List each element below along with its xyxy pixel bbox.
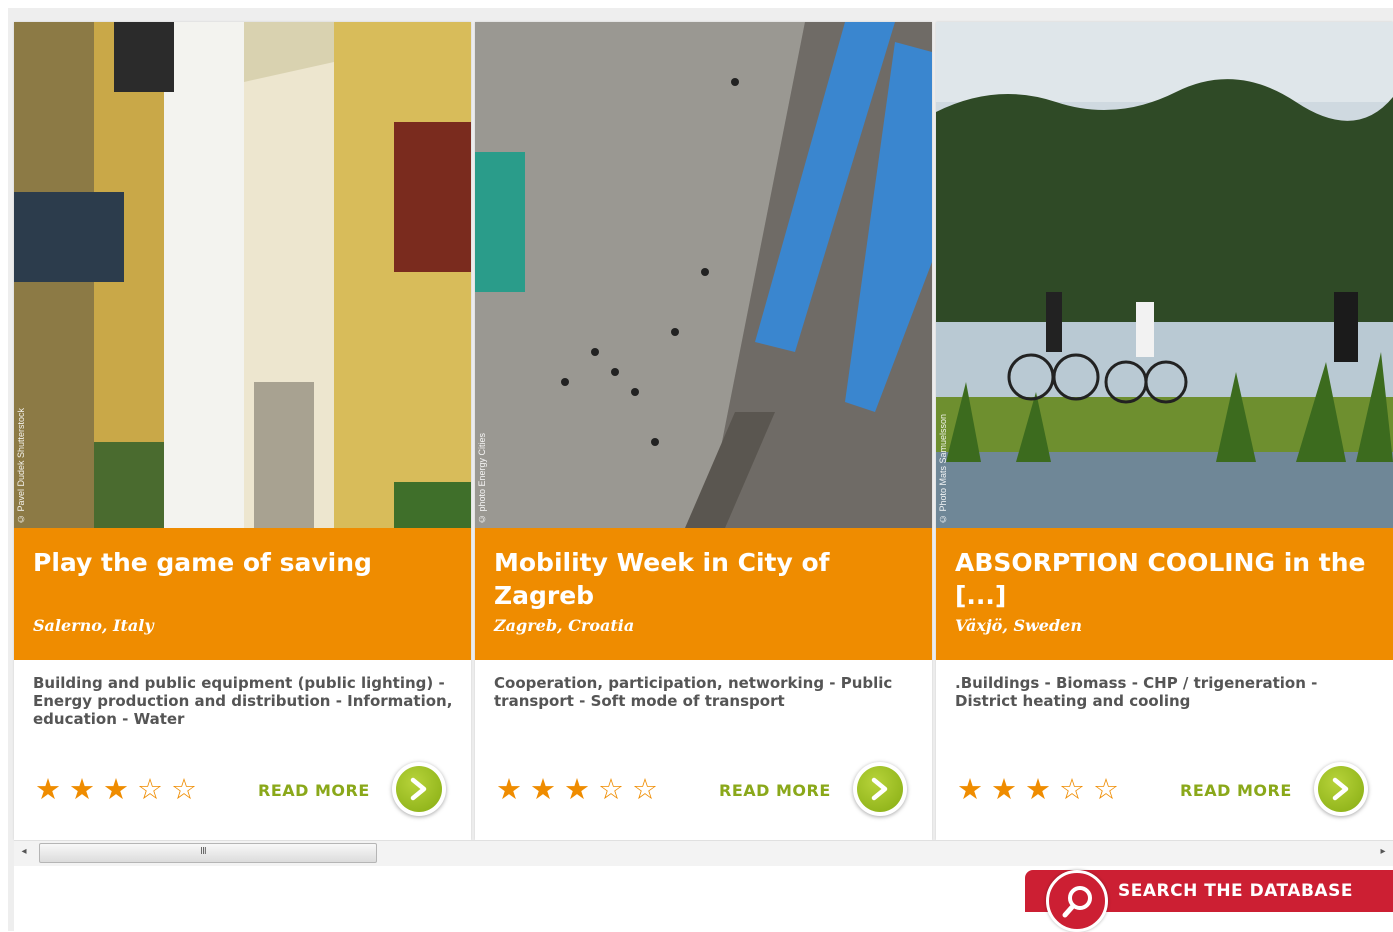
chevron-right-icon [1332, 777, 1349, 801]
photo-credit: © Pavel Dudek Shutterstock [16, 407, 26, 524]
star-icon: ★ [35, 772, 61, 806]
star-outline-icon: ☆ [171, 772, 197, 806]
case-card: © Pavel Dudek Shutterstock Play the game… [14, 22, 471, 840]
photo-credit: © Photo Mats Samuelsson [938, 413, 948, 524]
card-location: Zagreb, Croatia [494, 616, 635, 635]
card-location: Salerno, Italy [33, 616, 154, 635]
star-icon: ★ [496, 772, 522, 806]
star-icon: ★ [103, 772, 129, 806]
magnifier-icon [1062, 886, 1092, 918]
scroll-right-arrow-icon[interactable]: ▸ [1377, 846, 1389, 860]
read-more-button[interactable] [392, 762, 446, 816]
case-study-carousel: © Pavel Dudek Shutterstock Play the game… [14, 22, 1393, 840]
scrollbar-thumb[interactable]: III [39, 843, 377, 863]
photo-credit: © photo Energy Cities [477, 432, 487, 524]
card-tags: .Buildings - Biomass - CHP / trigenerati… [955, 674, 1318, 710]
card-title[interactable]: ABSORPTION COOLING in the [...] [955, 546, 1373, 612]
card-tags: Building and public equipment (public li… [33, 674, 453, 728]
card-title[interactable]: Mobility Week in City of Zagreb [494, 546, 912, 612]
star-outline-icon: ☆ [598, 772, 624, 806]
case-card: © Photo Mats Samuelsson ABSORPTION COOLI… [936, 22, 1393, 840]
read-more-button[interactable] [853, 762, 907, 816]
horizontal-scrollbar[interactable]: ◂ III ▸ [14, 840, 1393, 866]
star-outline-icon: ☆ [632, 772, 658, 806]
card-tags: Cooperation, participation, networking -… [494, 674, 893, 710]
star-rating: ★ ★ ★ ☆ ☆ [494, 773, 660, 805]
chevron-right-icon [871, 777, 888, 801]
star-icon: ★ [1025, 772, 1051, 806]
star-rating: ★ ★ ★ ☆ ☆ [33, 773, 199, 805]
star-icon: ★ [991, 772, 1017, 806]
star-icon: ★ [530, 772, 556, 806]
read-more-link[interactable]: READ MORE [1180, 781, 1292, 800]
star-icon: ★ [69, 772, 95, 806]
star-outline-icon: ☆ [1059, 772, 1085, 806]
star-icon: ★ [957, 772, 983, 806]
card-photo-lake-cyclists[interactable]: © Photo Mats Samuelsson [936, 22, 1393, 528]
star-rating: ★ ★ ★ ☆ ☆ [955, 773, 1121, 805]
star-outline-icon: ☆ [137, 772, 163, 806]
card-title[interactable]: Play the game of saving [33, 546, 451, 612]
scroll-left-arrow-icon[interactable]: ◂ [18, 846, 30, 860]
card-banner: Mobility Week in City of Zagreb Zagreb, … [475, 528, 932, 660]
read-more-button[interactable] [1314, 762, 1368, 816]
card-photo-street[interactable]: © Pavel Dudek Shutterstock [14, 22, 471, 528]
chevron-right-icon [410, 777, 427, 801]
read-more-link[interactable]: READ MORE [719, 781, 831, 800]
star-icon: ★ [564, 772, 590, 806]
card-banner: Play the game of saving Salerno, Italy [14, 528, 471, 660]
star-outline-icon: ☆ [1093, 772, 1119, 806]
card-photo-tram-square[interactable]: © photo Energy Cities [475, 22, 932, 528]
case-card: © photo Energy Cities Mobility Week in C… [475, 22, 932, 840]
scrollbar-grip: III [200, 846, 207, 857]
card-location: Växjö, Sweden [955, 616, 1082, 635]
read-more-link[interactable]: READ MORE [258, 781, 370, 800]
card-banner: ABSORPTION COOLING in the [...] Växjö, S… [936, 528, 1393, 660]
search-icon-badge[interactable] [1046, 870, 1108, 932]
search-database-label: SEARCH THE DATABASE [1118, 881, 1353, 901]
